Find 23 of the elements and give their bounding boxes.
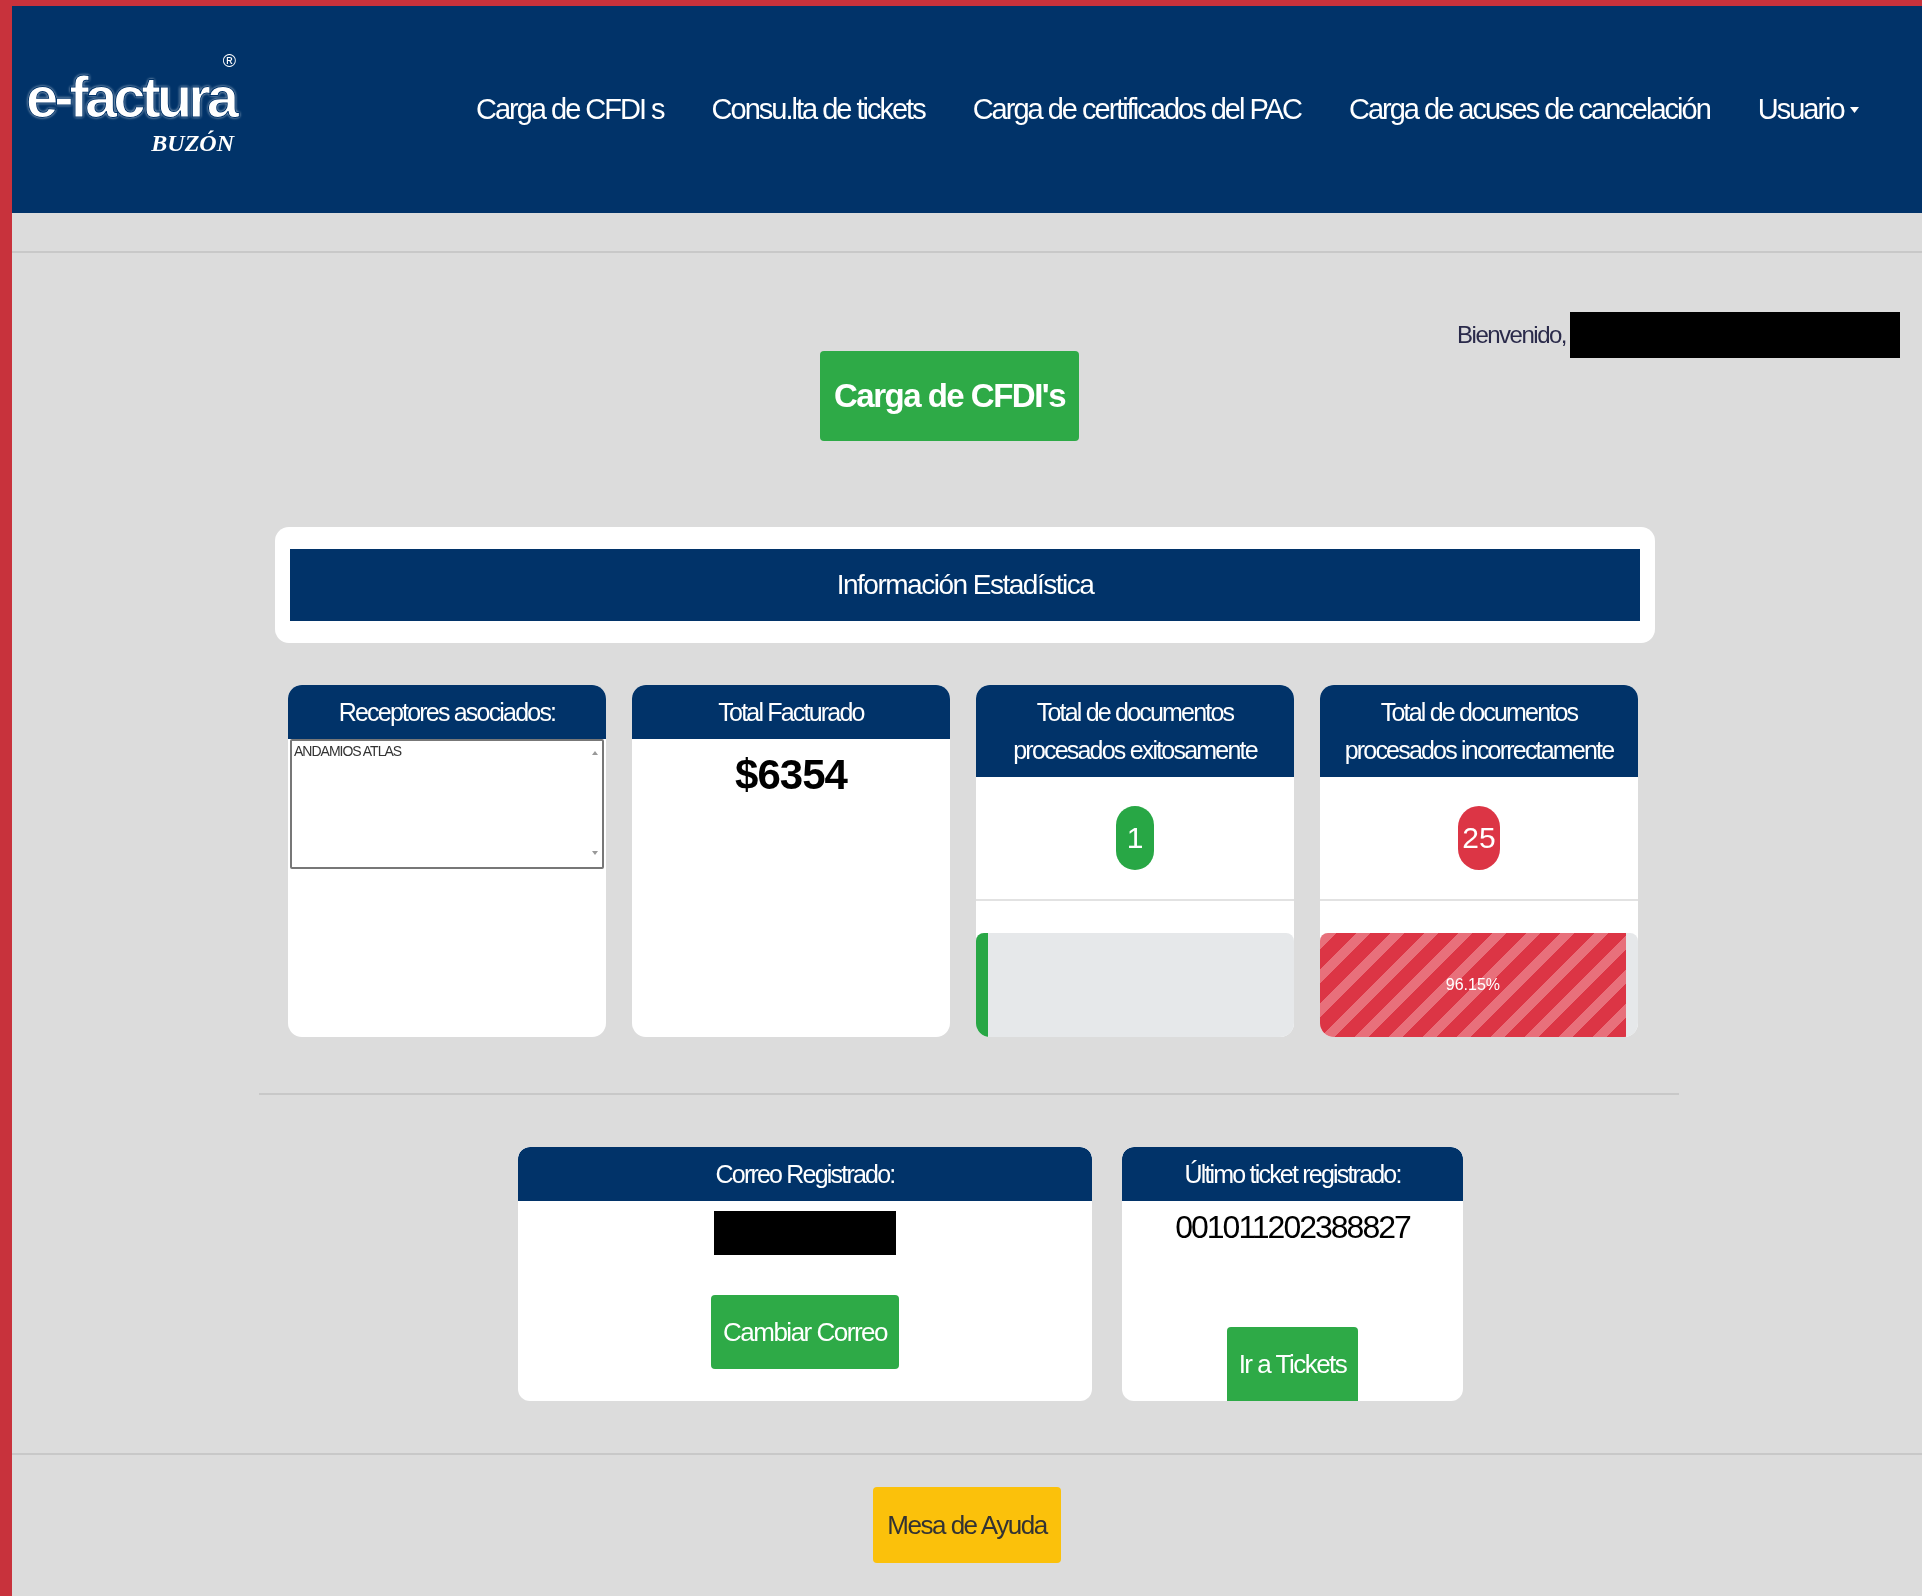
card-title: Total de documentos procesados exitosamente xyxy=(976,685,1294,777)
count-badge: 25 xyxy=(1458,806,1500,870)
stats-title: Información Estadística xyxy=(290,549,1640,621)
card-title: Total Facturado xyxy=(632,685,950,739)
card-title: Último ticket registrado: xyxy=(1122,1147,1463,1201)
ticket-number: 001011202388827 xyxy=(1175,1209,1410,1246)
card-title: Total de documentos procesados incorrectamente xyxy=(1320,685,1638,777)
card-title: Receptores asociados: xyxy=(288,685,606,739)
count-badge: 1 xyxy=(1116,806,1154,870)
nav-link[interactable]: Carga de acuses de cancelación xyxy=(1349,93,1710,126)
caret-icon xyxy=(1849,106,1859,113)
list-item[interactable]: ANDAMIOS ATLAS xyxy=(292,741,602,761)
nav-link[interactable]: Consu.lta de tickets xyxy=(711,93,925,126)
progress-label: 96.15% xyxy=(1445,976,1500,994)
user-menu[interactable]: Usuario xyxy=(1757,93,1859,126)
nav-link[interactable]: Carga de CFDI s xyxy=(476,93,664,126)
welcome-text: Bienvenido, xyxy=(1457,321,1566,349)
nav-link[interactable]: Carga de certificados del PAC xyxy=(972,93,1301,126)
logo[interactable]: e-factura $^{®}$ BUZÓN xyxy=(26,34,246,185)
amount-value: $6354 xyxy=(734,751,849,799)
receiver-list[interactable]: ANDAMIOS ATLAS xyxy=(290,739,604,869)
card-title: Correo Registrado: xyxy=(518,1147,1092,1201)
help-button[interactable]: Mesa de Ayuda xyxy=(873,1487,1061,1563)
